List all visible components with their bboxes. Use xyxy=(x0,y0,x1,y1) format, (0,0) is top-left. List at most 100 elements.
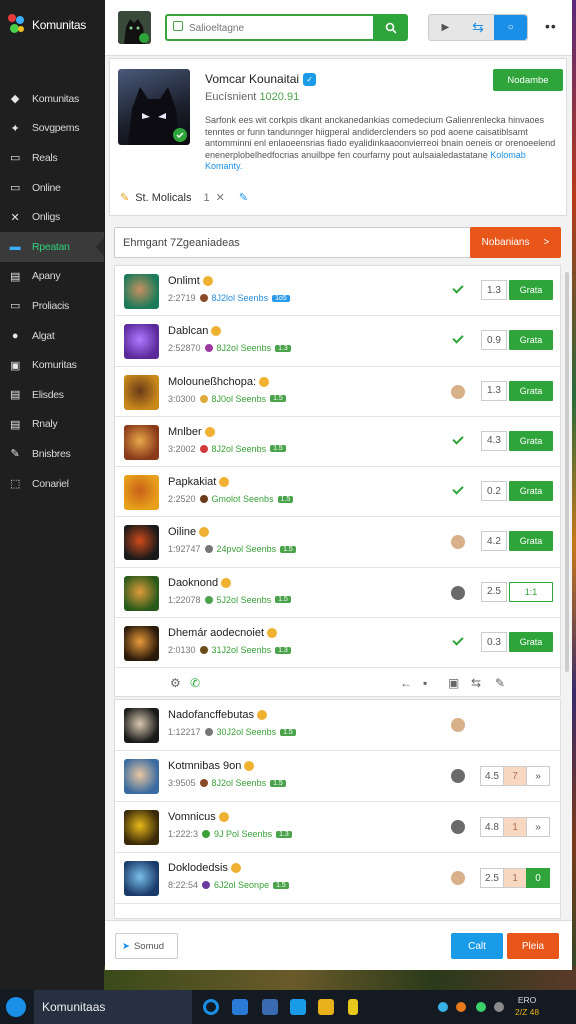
row-count[interactable]: 4.5 xyxy=(480,766,504,786)
mail-icon[interactable] xyxy=(232,999,248,1015)
game-thumbnail[interactable] xyxy=(124,424,159,460)
follow-button[interactable]: Nodambe xyxy=(493,69,563,91)
play-icon[interactable]: ▶ xyxy=(429,15,462,40)
game-icon[interactable] xyxy=(318,999,334,1015)
row-name[interactable]: Kotmnibas 9on xyxy=(168,760,241,772)
sidebar-item-4[interactable]: ✕ Onligs xyxy=(0,202,104,232)
join-button[interactable]: Grata xyxy=(509,430,553,451)
join-button[interactable]: Grata xyxy=(509,632,553,653)
browser-icon[interactable] xyxy=(203,999,219,1015)
row-count[interactable]: 4.2 xyxy=(481,531,507,552)
join-button[interactable]: Grata xyxy=(509,380,553,401)
game-thumbnail[interactable] xyxy=(124,861,159,896)
row-count[interactable]: 4.8 xyxy=(480,817,504,837)
row-name[interactable]: Nadofancffebutas xyxy=(168,709,254,721)
user-avatar[interactable] xyxy=(118,11,151,44)
submit-button[interactable]: Pleia xyxy=(507,933,559,959)
row-count[interactable]: 2.5 xyxy=(481,581,507,602)
row-name[interactable]: Oiline xyxy=(168,526,196,538)
network-icon[interactable] xyxy=(456,1002,466,1012)
search-button[interactable] xyxy=(373,14,408,41)
sidebar-item-1[interactable]: ✦ Sovgpems xyxy=(0,114,104,144)
join-button[interactable]: Grata xyxy=(509,481,553,502)
chevron-right-icon[interactable]: » xyxy=(526,817,550,837)
circle-icon[interactable]: ○ xyxy=(494,15,528,40)
game-thumbnail[interactable] xyxy=(124,324,159,360)
game-thumbnail[interactable] xyxy=(124,759,159,794)
sidebar-item-8[interactable]: ● Algat xyxy=(0,321,104,351)
chevron-right-icon[interactable]: » xyxy=(526,766,550,786)
taskbar-app[interactable]: Komunitaas xyxy=(34,990,192,1024)
sidebar-item-2[interactable]: ▭ Reals xyxy=(0,143,104,173)
game-thumbnail[interactable] xyxy=(124,525,159,561)
row-name[interactable]: Dhemár aodecnoiet xyxy=(168,627,264,639)
send-field[interactable]: ➤ Somud xyxy=(115,933,178,959)
row-name[interactable]: Daoknond xyxy=(168,577,218,589)
row-count[interactable]: 2.5 xyxy=(480,868,504,888)
game-thumbnail[interactable] xyxy=(124,475,159,511)
export-icon[interactable]: ▣ xyxy=(448,676,459,690)
join-button[interactable]: Grata xyxy=(509,280,553,300)
filter-button[interactable]: Nobanians > xyxy=(470,227,561,258)
volume-icon[interactable] xyxy=(476,1002,486,1012)
swap-icon[interactable]: ⇆ xyxy=(462,15,495,40)
join-button[interactable]: Grata xyxy=(509,531,553,552)
game-thumbnail[interactable] xyxy=(124,274,159,309)
row-extra[interactable]: 7 xyxy=(503,766,527,786)
delete-icon[interactable]: ▪ xyxy=(423,676,427,690)
game-thumbnail[interactable] xyxy=(124,626,159,662)
row-go[interactable]: 0 xyxy=(526,868,550,888)
feather-icon[interactable]: ✎ xyxy=(239,191,248,204)
system-tray-icon[interactable] xyxy=(438,1002,448,1012)
sidebar-item-7[interactable]: ▭ Proliacis xyxy=(0,291,104,321)
close-icon[interactable]: ✕ xyxy=(216,191,225,204)
pin-icon[interactable]: ✎ xyxy=(495,676,505,690)
row-count[interactable]: 1.3 xyxy=(481,380,507,401)
sidebar-item-13[interactable]: ⬚ Conariel xyxy=(0,469,104,499)
sidebar-item-11[interactable]: ▤ Rnaly xyxy=(0,410,104,440)
row-extra[interactable]: 1 xyxy=(503,817,527,837)
back-icon[interactable]: ← xyxy=(400,676,412,690)
join-button[interactable]: Grata xyxy=(509,330,553,351)
search-bar[interactable] xyxy=(165,14,380,41)
row-name[interactable]: Onlimt xyxy=(168,275,200,287)
row-extra[interactable]: 1 xyxy=(503,868,527,888)
row-name[interactable]: Molouneßhchopa: xyxy=(168,376,256,388)
game-thumbnail[interactable] xyxy=(124,708,159,743)
row-count[interactable]: 1.3 xyxy=(481,280,507,300)
row-count[interactable]: 0.2 xyxy=(481,481,507,502)
swap-icon[interactable]: ⇆ xyxy=(471,676,481,690)
start-icon[interactable] xyxy=(6,997,26,1017)
app-logo[interactable]: Komunitas xyxy=(6,12,86,38)
sidebar-item-0[interactable]: ◆ Komunitas xyxy=(0,84,104,114)
search-input[interactable] xyxy=(189,20,369,36)
row-name[interactable]: Doklodedsis xyxy=(168,862,228,874)
files-icon[interactable] xyxy=(290,999,306,1015)
sidebar-item-3[interactable]: ▭ Online xyxy=(0,173,104,203)
row-count[interactable]: 0.3 xyxy=(481,632,507,653)
sidebar-item-9[interactable]: ▣ Komuritas xyxy=(0,350,104,380)
game-thumbnail[interactable] xyxy=(124,575,159,611)
share-icon[interactable]: ✆ xyxy=(190,676,200,690)
sidebar-item-5[interactable]: ▬ Rpeatan xyxy=(0,231,104,262)
system-clock[interactable]: ERO 2/Z 48 xyxy=(515,994,539,1018)
row-count[interactable]: 0.9 xyxy=(481,330,507,351)
sidebar-item-10[interactable]: ▤ Elisdes xyxy=(0,380,104,410)
game-thumbnail[interactable] xyxy=(124,810,159,845)
row-name[interactable]: Vomnicus xyxy=(168,811,216,823)
lock-icon[interactable] xyxy=(348,999,358,1015)
game-thumbnail[interactable] xyxy=(124,374,159,410)
tools-icon[interactable]: ⚙ xyxy=(170,676,181,690)
more-menu-icon[interactable]: •• xyxy=(545,18,557,34)
sidebar-item-12[interactable]: ✎ Bnisbres xyxy=(0,439,104,469)
notification-icon[interactable] xyxy=(494,1002,504,1012)
store-icon[interactable] xyxy=(262,999,278,1015)
row-name[interactable]: Dablcan xyxy=(168,325,208,337)
join-button[interactable]: 1:1 xyxy=(509,581,553,602)
sidebar-item-6[interactable]: ▤ Apany xyxy=(0,262,104,292)
row-name[interactable]: Mnlber xyxy=(168,426,202,438)
scrollbar[interactable] xyxy=(565,272,569,672)
row-count[interactable]: 4.3 xyxy=(481,430,507,451)
cancel-button[interactable]: Calt xyxy=(451,933,503,959)
row-name[interactable]: Papkakiat xyxy=(168,476,216,488)
